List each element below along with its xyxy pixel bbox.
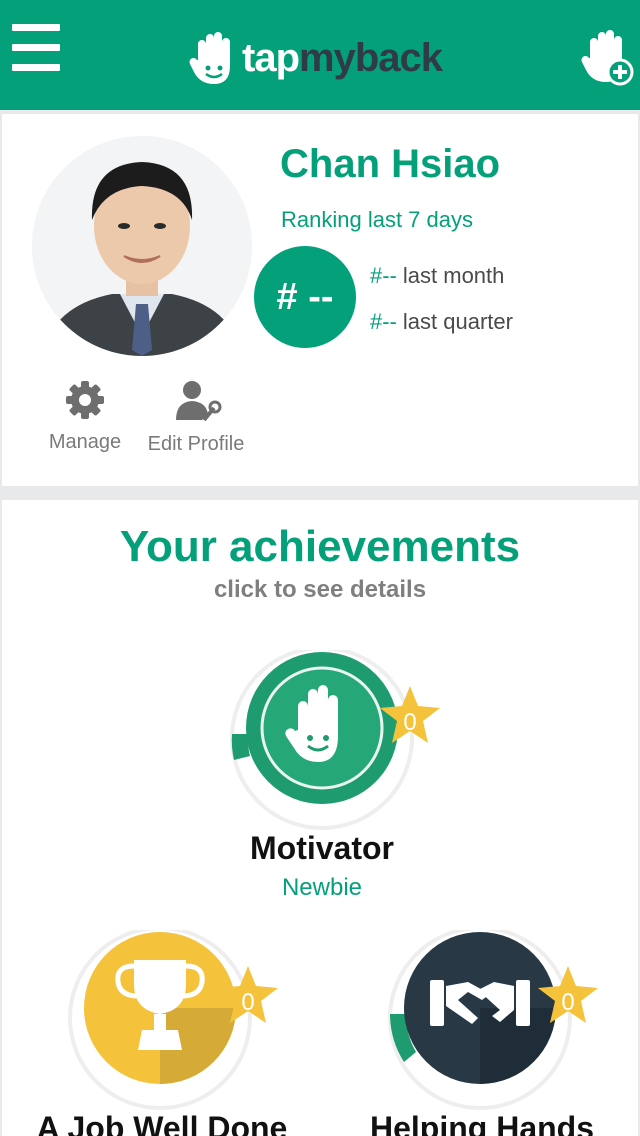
- badge-helping-hands[interactable]: 0: [382, 930, 608, 1110]
- rank-last-month: #-- last month: [370, 263, 504, 289]
- avatar[interactable]: [32, 136, 252, 356]
- add-tap-button[interactable]: [580, 28, 636, 88]
- ranking-label: Ranking last 7 days: [281, 207, 473, 232]
- hand-logo-icon: [189, 32, 230, 84]
- badge-motivator-stars: 0: [403, 709, 416, 736]
- logo-text: tapmyback: [242, 36, 443, 81]
- rank-last-quarter-label: last quarter: [402, 309, 513, 334]
- user-name: Chan Hsiao: [280, 142, 501, 186]
- avatar-photo: [32, 136, 252, 356]
- rank-last-quarter-value: #--: [370, 309, 397, 334]
- badge-job-well-done-stars: 0: [241, 989, 254, 1016]
- weekly-rank-badge: # --: [254, 246, 356, 348]
- app-logo: tapmyback: [188, 30, 468, 88]
- badge-helping-hands-stars: 0: [561, 989, 574, 1016]
- badge-job-well-done-name: A Job Well Done: [36, 1110, 288, 1136]
- hamburger-menu-icon[interactable]: [12, 24, 60, 72]
- badge-motivator-name: Motivator: [250, 830, 394, 866]
- rank-last-month-value: #--: [370, 263, 397, 288]
- logo-text-tap: tap: [242, 36, 300, 80]
- rank-last-month-label: last month: [402, 263, 505, 288]
- gear-icon: [66, 381, 104, 419]
- edit-profile-button[interactable]: Edit Profile: [138, 380, 254, 456]
- achievements-card: Your achievements click to see details 0…: [2, 500, 638, 1136]
- rank-last-quarter: #-- last quarter: [370, 309, 513, 335]
- hand-plus-icon: [581, 30, 634, 86]
- achievements-title: Your achievements: [119, 522, 521, 571]
- manage-button[interactable]: Manage: [42, 380, 128, 454]
- manage-label: Manage: [48, 431, 122, 453]
- badge-job-well-done[interactable]: 0: [62, 930, 288, 1110]
- logo-text-myback: myback: [299, 36, 443, 80]
- edit-profile-label: Edit Profile: [147, 433, 245, 455]
- top-bar: tapmyback: [0, 0, 640, 110]
- badge-motivator[interactable]: 0: [224, 650, 450, 830]
- achievements-subtitle: click to see details: [213, 576, 427, 603]
- profile-card: Chan Hsiao Ranking last 7 days # -- #-- l…: [2, 114, 638, 486]
- user-wrench-icon: [176, 381, 222, 422]
- badge-helping-hands-name: Helping Hands: [369, 1110, 594, 1136]
- badge-motivator-level: Newbie: [281, 874, 363, 901]
